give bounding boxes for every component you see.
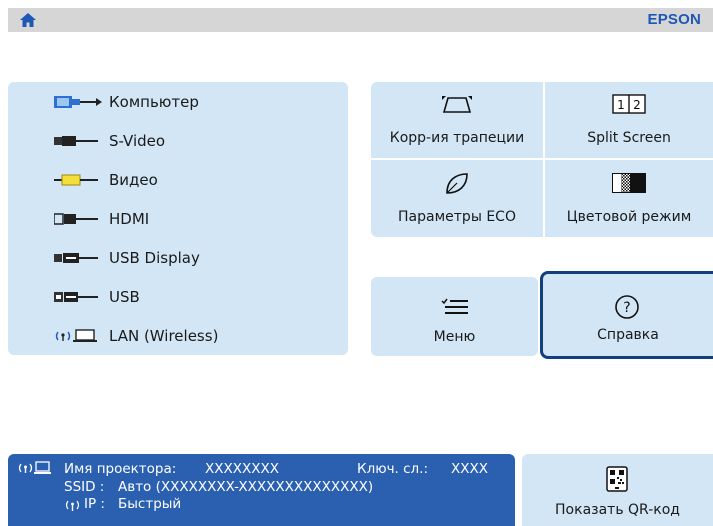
- source-label: USB Display: [109, 248, 200, 267]
- network-info-bar: Имя проектора: XXXXXXXX Ключ. сл.: XXXX …: [8, 454, 515, 526]
- source-list: Компьютер S-Video Видео HDMI USB Display…: [8, 82, 348, 355]
- source-item-lan-wireless[interactable]: LAN (Wireless): [8, 316, 348, 355]
- computer-port-icon: [54, 95, 102, 108]
- source-item-computer[interactable]: Компьютер: [8, 82, 348, 121]
- network-icon: [18, 461, 51, 474]
- usb-port-icon: [54, 291, 98, 302]
- ssid-label: SSID :: [64, 479, 105, 495]
- epson-logo: EPSON: [647, 11, 701, 28]
- split-screen-button[interactable]: 1 2 Split Screen: [545, 82, 713, 158]
- menu-list-icon: [441, 298, 468, 314]
- ip-label: IP :: [84, 496, 105, 512]
- source-item-usb-display[interactable]: USB Display: [8, 238, 348, 277]
- source-item-usb[interactable]: USB: [8, 277, 348, 316]
- usb-display-port-icon: [54, 252, 98, 263]
- show-qr-label: Показать QR-код: [555, 502, 680, 518]
- key-label: Ключ. сл.:: [357, 461, 429, 477]
- ssid-value: Авто (XXXXXXXX-XXXXXXXXXXXXXX): [118, 479, 374, 495]
- source-item-video[interactable]: Видео: [8, 160, 348, 199]
- split-screen-icon: 1 2: [612, 94, 646, 114]
- lan-wireless-icon: [55, 328, 97, 342]
- svideo-port-icon: [54, 135, 98, 146]
- split-screen-icon-digit-2: 2: [633, 98, 641, 112]
- color-mode-icon: [612, 173, 646, 193]
- source-label: S-Video: [109, 131, 166, 150]
- source-label: LAN (Wireless): [109, 326, 219, 345]
- show-qr-button[interactable]: Показать QR-код: [522, 454, 713, 526]
- home-icon[interactable]: [19, 12, 37, 28]
- eco-settings-button[interactable]: Параметры ECO: [371, 160, 543, 237]
- projector-name-value: XXXXXXXX: [205, 461, 279, 477]
- split-screen-icon-digit-1: 1: [617, 98, 625, 112]
- ip-value: Быстрый: [118, 496, 182, 512]
- source-label: HDMI: [109, 209, 150, 228]
- source-item-hdmi[interactable]: HDMI: [8, 199, 348, 238]
- leaf-icon: [446, 173, 468, 194]
- help-icon-glyph: ?: [623, 300, 630, 316]
- help-icon: ?: [615, 295, 639, 319]
- qr-code-icon: [606, 466, 628, 492]
- menu-button[interactable]: Меню: [371, 277, 538, 356]
- split-screen-label: Split Screen: [587, 130, 671, 146]
- video-port-icon: [54, 174, 98, 185]
- help-button[interactable]: ? Справка: [540, 271, 713, 359]
- source-label: USB: [109, 287, 140, 306]
- projector-name-label: Имя проектора:: [64, 461, 177, 477]
- eco-settings-label: Параметры ECO: [398, 209, 516, 225]
- source-item-svideo[interactable]: S-Video: [8, 121, 348, 160]
- source-label: Видео: [109, 170, 158, 189]
- help-label: Справка: [597, 327, 659, 343]
- menu-label: Меню: [433, 329, 476, 345]
- top-bar: EPSON: [8, 8, 713, 32]
- color-mode-label: Цветовой режим: [566, 209, 692, 225]
- color-mode-button[interactable]: Цветовой режим: [545, 160, 713, 237]
- source-label: Компьютер: [109, 92, 199, 111]
- key-value: XXXX: [451, 461, 488, 477]
- settings-tiles: Корр-ия трапеции 1 2 Split Screen Параме…: [371, 82, 713, 237]
- keystone-button[interactable]: Корр-ия трапеции: [371, 82, 543, 158]
- hdmi-port-icon: [54, 212, 98, 225]
- wireless-icon: [65, 500, 80, 511]
- keystone-label: Корр-ия трапеции: [389, 130, 525, 146]
- keystone-icon: [442, 96, 472, 113]
